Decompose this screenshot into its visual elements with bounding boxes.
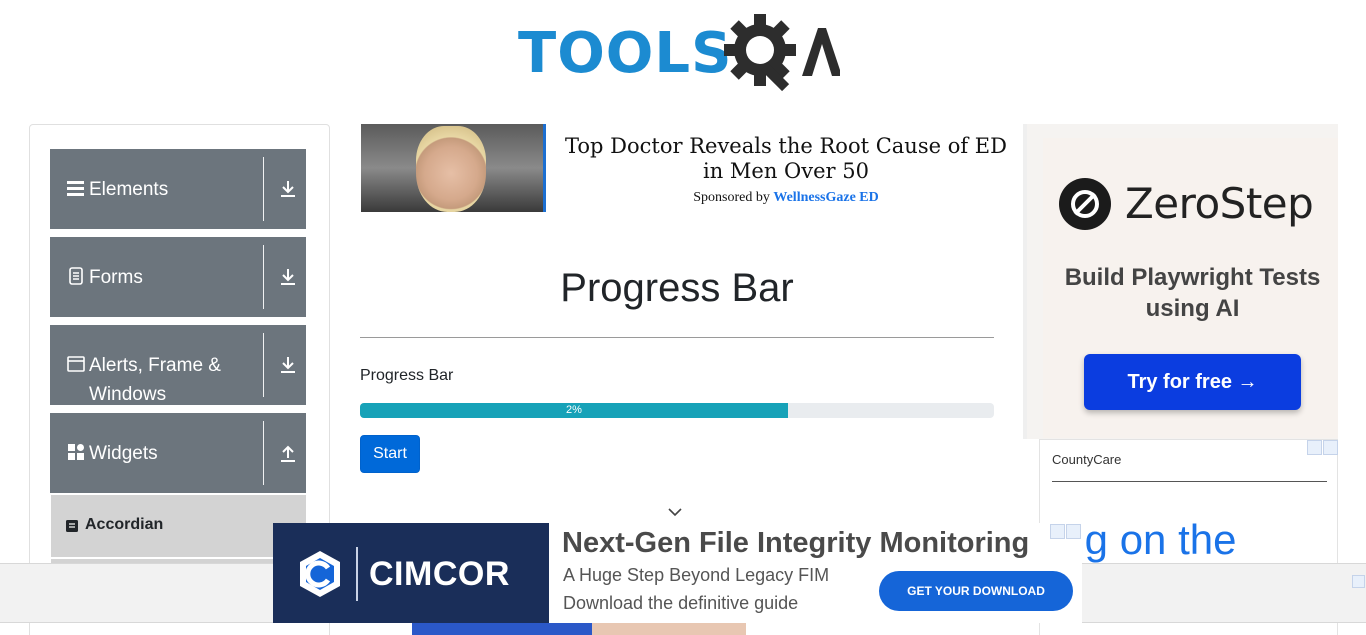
divider xyxy=(263,157,264,221)
partial-ad-image xyxy=(412,623,746,635)
adchoices-icon[interactable] xyxy=(1307,440,1322,455)
zerostep-brand: ZeroStep xyxy=(1125,179,1314,228)
countycare-brand: CountyCare xyxy=(1052,452,1122,467)
divider xyxy=(1052,481,1327,482)
cimcor-headline: Next-Gen File Integrity Monitoring xyxy=(562,527,1030,559)
progress-bar-fill: 2% xyxy=(360,403,788,418)
sidebar-group-label: Elements xyxy=(89,179,169,200)
download-arrow-icon[interactable] xyxy=(278,355,298,375)
accordian-icon xyxy=(66,520,78,532)
toolsqa-logo[interactable]: TOOLS xyxy=(518,14,840,92)
page-title: Progress Bar xyxy=(560,266,794,310)
upload-arrow-icon[interactable] xyxy=(278,443,298,463)
cimcor-subtext: Download the definitive guide xyxy=(563,593,799,613)
sidebar-group-label: Widgets xyxy=(89,443,158,464)
progress-bar-label: Progress Bar xyxy=(360,367,454,384)
hamburger-icon xyxy=(67,181,84,196)
sidebar-group-elements[interactable]: Elements xyxy=(50,149,306,229)
divider xyxy=(263,333,264,397)
cimcor-logo-icon xyxy=(300,551,340,597)
sidebar-item-label: Accordian xyxy=(85,516,164,533)
sidebar-group-alerts[interactable]: Alerts, Frame & Windows xyxy=(50,325,306,405)
chevron-down-icon[interactable] xyxy=(666,505,684,519)
top-advertisement[interactable]: Top Doctor Reveals the Root Cause of ED … xyxy=(361,124,1011,214)
zerostep-tagline: Build Playwright Tests using AI xyxy=(1064,264,1321,322)
ad-sponsor: Sponsored by WellnessGaze ED xyxy=(559,190,1013,206)
progress-bar: 2% xyxy=(360,403,994,418)
divider xyxy=(263,245,264,309)
sidebar-item-accordian[interactable]: Accordian xyxy=(51,495,306,557)
adchoices-icon[interactable] xyxy=(1352,575,1365,588)
ad-sponsor-link[interactable]: WellnessGaze ED xyxy=(773,190,878,205)
cimcor-subtext: A Huge Step Beyond Legacy FIM xyxy=(563,565,830,585)
divider xyxy=(263,421,264,485)
close-icon[interactable] xyxy=(1323,440,1338,455)
sidebar-group-label: Alerts, Frame & Windows xyxy=(89,355,221,405)
right-advertisement[interactable]: ZeroStep Build Playwright Tests using AI… xyxy=(1023,124,1338,439)
start-button[interactable]: Start xyxy=(360,435,420,473)
page: TOOLS Elements Forms Alerts, Frame & Win… xyxy=(0,0,1366,635)
logo-qa-gear-icon xyxy=(724,14,840,92)
cimcor-ad[interactable]: CIMCOR Next-Gen File Integrity Monitorin… xyxy=(273,523,1082,623)
logo-text: TOOLS xyxy=(518,21,733,86)
close-icon[interactable] xyxy=(1066,524,1081,539)
widgets-icon xyxy=(68,444,84,460)
window-icon xyxy=(67,356,85,372)
zerostep-ad[interactable]: ZeroStep Build Playwright Tests using AI… xyxy=(1043,138,1338,438)
sidebar-group-label: Forms xyxy=(89,267,143,288)
download-arrow-icon[interactable] xyxy=(278,267,298,287)
zerostep-logo-icon xyxy=(1059,178,1111,230)
cimcor-brand-panel: CIMCOR xyxy=(273,523,549,623)
download-arrow-icon[interactable] xyxy=(278,179,298,199)
ad-sponsor-prefix: Sponsored by xyxy=(693,190,770,205)
document-icon xyxy=(69,267,83,285)
divider xyxy=(360,337,994,338)
adchoices-icon[interactable] xyxy=(1050,524,1065,539)
divider xyxy=(356,547,358,601)
cimcor-brand: CIMCOR xyxy=(369,555,510,593)
sidebar-group-widgets[interactable]: Widgets xyxy=(50,413,306,493)
sidebar-group-forms[interactable]: Forms xyxy=(50,237,306,317)
ad-photo xyxy=(361,124,546,212)
try-for-free-button[interactable]: Try for free → xyxy=(1084,354,1301,410)
ad-headline[interactable]: Top Doctor Reveals the Root Cause of ED … xyxy=(559,134,1013,184)
get-your-download-button[interactable]: GET YOUR DOWNLOAD xyxy=(879,571,1073,611)
